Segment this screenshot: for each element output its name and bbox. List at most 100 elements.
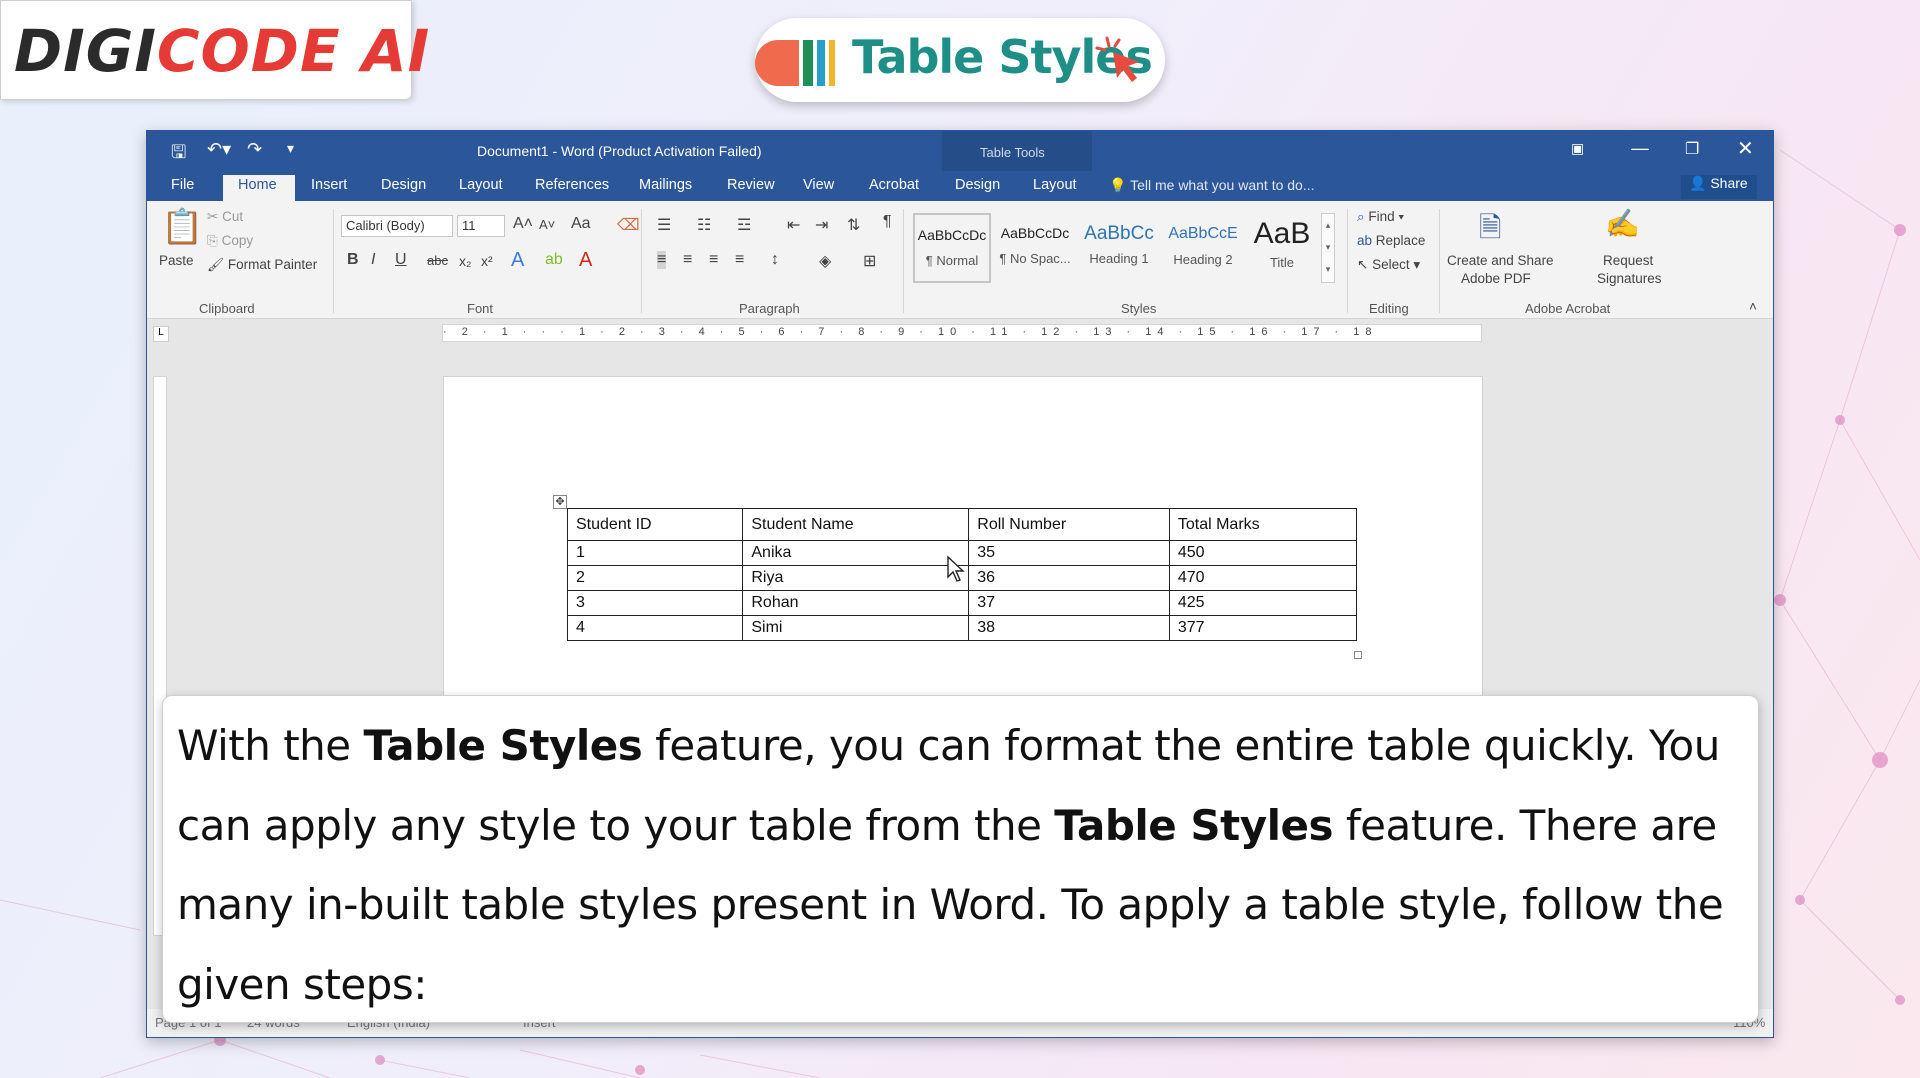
table-cell[interactable]: Riya [742, 565, 970, 591]
paste-icon[interactable]: 📋 [161, 207, 203, 247]
table-cell[interactable]: 37 [968, 590, 1170, 616]
share-label: Share [1710, 175, 1748, 191]
restore-ribbon-icon[interactable]: ▣ [1571, 140, 1584, 157]
paste-button[interactable]: Paste [159, 253, 194, 268]
copy-icon: ⎘ [207, 233, 218, 248]
style-heading-2[interactable]: AaBbCcE Heading 2 [1163, 213, 1243, 283]
style-no-spacing[interactable]: AaBbCcDc ¶ No Spac... [995, 213, 1075, 283]
table-cell[interactable]: 425 [1168, 590, 1358, 616]
request-sig-line1[interactable]: Request [1603, 253, 1653, 268]
style-heading-1[interactable]: AaBbCc Heading 1 [1079, 213, 1159, 283]
decrease-indent-icon[interactable]: ⇤ [787, 215, 800, 235]
tab-references[interactable]: References [535, 177, 609, 193]
font-name-combo[interactable]: Calibri (Body) [341, 215, 453, 237]
italic-icon[interactable]: I [371, 251, 375, 269]
bold-icon[interactable]: B [347, 251, 359, 269]
tell-me-search[interactable]: 💡 Tell me what you want to do... [1109, 177, 1315, 194]
table-cell[interactable]: 1 [566, 540, 744, 566]
customize-qat-icon[interactable]: ▾ [287, 140, 294, 157]
close-icon[interactable]: ✕ [1737, 136, 1754, 161]
adobe-pdf-icon[interactable]: 🗎 [1479, 207, 1502, 255]
table-cell[interactable]: 2 [566, 565, 744, 591]
table-cell[interactable]: Anika [742, 540, 970, 566]
highlight-icon[interactable]: ab [545, 251, 563, 269]
table-cell[interactable]: 377 [1168, 615, 1358, 641]
tab-table-layout[interactable]: Layout [1033, 177, 1077, 193]
clipboard-group-label: Clipboard [199, 301, 255, 316]
minimize-icon[interactable]: — [1631, 138, 1649, 159]
create-pdf-line2[interactable]: Adobe PDF [1461, 271, 1531, 286]
cut-label: Cut [222, 209, 244, 224]
table-cell[interactable]: 470 [1168, 565, 1358, 591]
table-resize-handle[interactable] [1354, 651, 1362, 659]
clear-formatting-icon[interactable]: ⌫ [617, 215, 640, 235]
tab-design[interactable]: Design [381, 177, 426, 193]
tab-layout[interactable]: Layout [459, 177, 503, 193]
font-color-icon[interactable]: A [579, 249, 592, 272]
shrink-font-icon[interactable]: A˅ [539, 217, 555, 232]
borders-icon[interactable]: ⊞ [863, 251, 876, 271]
tab-mailings[interactable]: Mailings [639, 177, 692, 193]
copy-button[interactable]: ⎘ Copy [207, 233, 253, 249]
header-roll-number[interactable]: Roll Number [968, 508, 1170, 541]
style-normal[interactable]: AaBbCcDc ¶ Normal [913, 213, 991, 283]
tab-acrobat[interactable]: Acrobat [869, 177, 919, 193]
change-case-button[interactable]: Aa [571, 215, 591, 233]
justify-icon[interactable]: ≡ [735, 251, 744, 269]
tab-insert[interactable]: Insert [311, 177, 347, 193]
header-student-id[interactable]: Student ID [566, 508, 744, 541]
table-cell[interactable]: 450 [1168, 540, 1358, 566]
sort-icon[interactable]: ⇅ [847, 215, 860, 235]
style-title[interactable]: AaB Title [1247, 213, 1317, 283]
table-cell[interactable]: 4 [566, 615, 744, 641]
font-size-combo[interactable]: 11 [457, 215, 505, 237]
table-move-handle-icon[interactable]: ✥ [553, 495, 567, 509]
format-painter-button[interactable]: 🖌 Format Painter [207, 257, 317, 273]
maximize-icon[interactable]: ❐ [1685, 139, 1699, 159]
table-cell[interactable]: 35 [968, 540, 1170, 566]
strikethrough-icon[interactable]: abc [427, 253, 448, 268]
show-marks-icon[interactable]: ¶ [883, 213, 892, 231]
header-student-name[interactable]: Student Name [742, 508, 970, 541]
tab-selector[interactable]: L [153, 326, 169, 342]
save-icon[interactable]: 🖫 [171, 140, 186, 170]
table-cell[interactable]: 3 [566, 590, 744, 616]
table-cell[interactable]: Simi [742, 615, 970, 641]
shading-icon[interactable]: ◈ [819, 251, 831, 271]
line-spacing-icon[interactable]: ↕ [771, 251, 779, 269]
table-cell[interactable]: 36 [968, 565, 1170, 591]
bullets-icon[interactable]: ☰ [657, 215, 671, 235]
underline-icon[interactable]: U [395, 251, 407, 269]
create-pdf-line1[interactable]: Create and Share [1447, 253, 1554, 268]
multilevel-list-icon[interactable]: ☲ [737, 215, 751, 235]
tab-table-design[interactable]: Design [955, 177, 1000, 193]
tab-file[interactable]: File [171, 177, 194, 193]
subscript-icon[interactable]: x₂ [459, 253, 471, 269]
increase-indent-icon[interactable]: ⇥ [815, 215, 828, 235]
tab-view[interactable]: View [803, 177, 834, 193]
align-center-icon[interactable]: ≡ [683, 251, 692, 269]
undo-icon[interactable]: ↶▾ [207, 139, 231, 160]
replace-button[interactable]: ab Replace [1357, 233, 1425, 248]
find-button[interactable]: ⌕ Find ▾ [1357, 209, 1404, 225]
tab-home[interactable]: Home [238, 177, 277, 193]
table-cell[interactable]: 38 [968, 615, 1170, 641]
horizontal-ruler[interactable]: · 2 · 1 · · · 1 · 2 · 3 · 4 · 5 · 6 · 7 … [442, 324, 1482, 342]
numbering-icon[interactable]: ☷ [697, 215, 711, 235]
cut-button[interactable]: ✂ Cut [207, 209, 243, 225]
select-button[interactable]: ↖ Select ▾ [1357, 257, 1420, 273]
superscript-icon[interactable]: x² [481, 253, 493, 269]
request-sig-line2[interactable]: Signatures [1597, 271, 1662, 286]
text-effects-icon[interactable]: A [511, 249, 524, 272]
styles-gallery-scroll[interactable]: ▴ ▾ ▾ [1321, 213, 1335, 283]
align-right-icon[interactable]: ≡ [709, 251, 718, 269]
align-left-icon[interactable]: ≡ [657, 251, 667, 269]
header-total-marks[interactable]: Total Marks [1168, 508, 1358, 541]
collapse-ribbon-icon[interactable]: ˄ [1749, 299, 1757, 314]
grow-font-icon[interactable]: A˄ [513, 215, 533, 233]
tab-review[interactable]: Review [727, 177, 775, 193]
share-button[interactable]: 👤 Share [1681, 175, 1757, 199]
signature-icon[interactable]: ✍ [1605, 207, 1640, 240]
table-cell[interactable]: Rohan [742, 590, 970, 616]
redo-icon[interactable]: ↷ [247, 139, 262, 160]
